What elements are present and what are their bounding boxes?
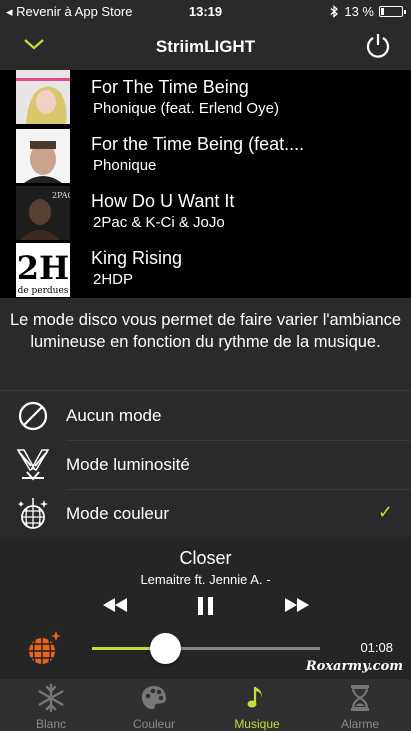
mode-label: Aucun mode bbox=[66, 406, 162, 425]
track-artist: Phonique (feat. Erlend Oye) bbox=[93, 100, 279, 117]
album-art-subtext: de perdues bbox=[18, 286, 69, 296]
track-artist: 2HDP bbox=[93, 271, 134, 288]
status-bar: ◂ Revenir à App Store 13:19 13 % bbox=[0, 0, 411, 22]
mode-option-luminosity[interactable]: Mode luminosité bbox=[0, 441, 411, 489]
track-title: King Rising bbox=[91, 248, 183, 268]
track-title: For The Time Being bbox=[91, 77, 249, 97]
elapsed-time: 01:08 bbox=[360, 640, 393, 655]
mode-option-none[interactable]: Aucun mode bbox=[0, 392, 411, 440]
tab-alarme[interactable]: Alarme bbox=[309, 679, 411, 731]
music-note-icon bbox=[247, 687, 262, 708]
palette-icon bbox=[141, 686, 166, 710]
rewind-icon[interactable] bbox=[102, 595, 128, 615]
tab-label: Couleur bbox=[132, 717, 176, 731]
track-artist: 2Pac & K-Ci & JoJo bbox=[93, 214, 225, 231]
song-artist: Lemaitre ft. Jennie A. - bbox=[140, 572, 271, 587]
tab-label: Blanc bbox=[35, 717, 67, 731]
battery-percent: 13 % bbox=[344, 4, 374, 19]
track-list: For The Time Being Phonique (feat. Erlen… bbox=[0, 70, 411, 298]
track-row[interactable]: 2PAC How Do U Want It 2Pac & K-Ci & JoJo bbox=[0, 184, 411, 241]
divider bbox=[0, 390, 411, 391]
tab-blanc[interactable]: Blanc bbox=[0, 679, 102, 731]
track-title: For the Time Being (feat.... bbox=[91, 134, 305, 154]
song-title: Closer bbox=[179, 548, 232, 568]
tab-label: Alarme bbox=[340, 717, 379, 731]
progress-slider[interactable] bbox=[92, 633, 320, 664]
watermark: Roxarmy.com bbox=[305, 659, 403, 674]
mode-label: Mode couleur bbox=[66, 504, 170, 523]
album-art bbox=[16, 129, 70, 183]
album-art: 2H de perdues bbox=[16, 243, 70, 297]
status-right: 13 % bbox=[330, 4, 406, 19]
mode-option-color[interactable]: Mode couleur ✓ bbox=[0, 490, 411, 538]
mode-label: Mode luminosité bbox=[66, 455, 190, 474]
battery-icon bbox=[379, 6, 406, 17]
app-title: StriimLIGHT bbox=[155, 37, 256, 56]
album-art bbox=[16, 70, 70, 124]
track-artist: Phonique bbox=[93, 157, 157, 174]
battery-level bbox=[381, 8, 384, 15]
tab-musique[interactable]: Musique bbox=[206, 679, 308, 731]
hourglass-icon bbox=[351, 685, 369, 711]
album-art-text: 2H bbox=[17, 249, 70, 287]
tab-label: Musique bbox=[234, 717, 280, 731]
light-beams-icon bbox=[16, 449, 50, 481]
bluetooth-icon bbox=[330, 5, 339, 18]
snowflake-icon bbox=[38, 683, 64, 713]
disco-mode-description: Le mode disco vous permet de faire varie… bbox=[9, 311, 402, 351]
checkmark-icon: ✓ bbox=[377, 502, 393, 522]
now-playing-panel: Closer Lemaitre ft. Jennie A. - 01:08 Ro… bbox=[0, 537, 411, 679]
track-row[interactable]: 2H de perdues King Rising 2HDP bbox=[0, 241, 411, 298]
album-art-text: 2PAC bbox=[52, 191, 70, 200]
disco-ball-icon bbox=[29, 631, 61, 664]
fast-forward-icon[interactable] bbox=[284, 595, 310, 615]
tab-couleur[interactable]: Couleur bbox=[103, 679, 205, 731]
disco-ball-icon bbox=[18, 498, 48, 529]
pause-icon[interactable] bbox=[196, 595, 216, 617]
track-row[interactable]: For The Time Being Phonique (feat. Erlen… bbox=[0, 70, 411, 127]
album-art: 2PAC bbox=[16, 186, 70, 240]
slider-thumb[interactable] bbox=[149, 633, 181, 664]
track-row[interactable]: For the Time Being (feat.... Phonique bbox=[0, 127, 411, 184]
tab-bar: Blanc Couleur Musique Alarme bbox=[0, 679, 411, 731]
power-icon[interactable] bbox=[365, 32, 391, 60]
track-title: How Do U Want It bbox=[91, 191, 235, 211]
nav-bar: StriimLIGHT bbox=[0, 22, 411, 70]
no-mode-icon bbox=[18, 401, 48, 431]
